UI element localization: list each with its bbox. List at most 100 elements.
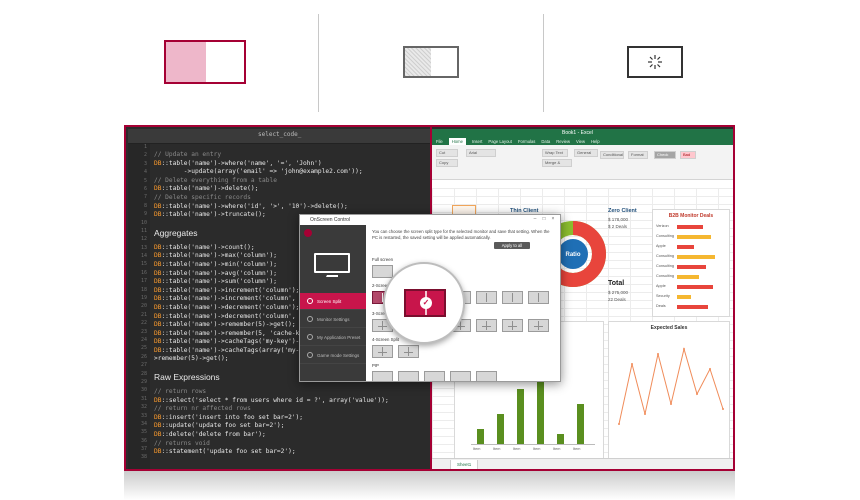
x-axis bbox=[471, 444, 595, 445]
line-number: 36 bbox=[140, 437, 147, 444]
maximize-icon[interactable]: □ bbox=[541, 217, 547, 222]
code-line: DB::table('name')->delete(); bbox=[154, 185, 259, 193]
ribbon-item-arial[interactable]: Arial bbox=[466, 149, 496, 157]
sales-point bbox=[696, 393, 698, 395]
code-line: // Delete everything from a table bbox=[154, 176, 277, 184]
ribbon-item-check-cell[interactable]: Check Cell bbox=[654, 151, 676, 159]
picture-in-picture-icon bbox=[405, 48, 431, 76]
apply-to-all-button[interactable]: Apply to all bbox=[494, 242, 530, 249]
ribbon-tab-review[interactable]: Review bbox=[556, 138, 570, 145]
line-number: 8 bbox=[143, 202, 147, 209]
sales-point bbox=[722, 408, 724, 410]
line-number: 7 bbox=[143, 194, 147, 201]
sales-line bbox=[618, 347, 724, 425]
picture-in-picture-mode-button[interactable] bbox=[403, 46, 459, 78]
ribbon-item-bad[interactable]: Bad bbox=[680, 151, 696, 159]
nav-item-monitor-settings[interactable]: Monitor Settings bbox=[300, 311, 366, 328]
ribbon-tab-formulas[interactable]: Formulas bbox=[518, 138, 535, 145]
split-screen-mode-button[interactable] bbox=[164, 40, 246, 84]
line-number: 37 bbox=[140, 446, 147, 453]
layout-option-tile[interactable] bbox=[476, 291, 497, 304]
ribbon-tab-home[interactable]: Home bbox=[448, 138, 466, 145]
b2b-row-label: Consulting bbox=[656, 264, 674, 268]
divider bbox=[543, 14, 544, 112]
b2b-row-label: Apple bbox=[656, 244, 666, 248]
line-number-gutter: 1 2 3 4 5 6 7 8 9 10 11 12 13 14 15 16 17 18 19 20 21 22 23 24 2… bbox=[128, 144, 150, 469]
b2b-bar bbox=[677, 295, 692, 299]
ribbon-tab-help[interactable]: Help bbox=[591, 138, 600, 145]
ribbon-item-format-as-table[interactable]: Format as Table bbox=[628, 151, 648, 159]
ribbon-item-copy[interactable]: Copy bbox=[436, 159, 458, 167]
ribbon-tab-page-layout[interactable]: Page Layout bbox=[488, 138, 512, 145]
code-line: DB::delete('delete from bar'); bbox=[154, 431, 266, 439]
code-line: ->update(array('email' => 'john@example2… bbox=[154, 168, 363, 176]
line-number: 5 bbox=[143, 177, 147, 184]
ribbon-item-conditional-formatting[interactable]: Conditional Formatting bbox=[600, 151, 624, 159]
info-text: You can choose the screen split type for… bbox=[372, 229, 550, 240]
b2b-row-label: Consulting bbox=[656, 254, 674, 258]
layout-option-tile[interactable] bbox=[372, 345, 393, 358]
dialog-sidebar: Screen Split Monitor Settings My Applicati… bbox=[300, 225, 366, 381]
b2b-bar bbox=[677, 265, 706, 269]
layout-option-tile[interactable] bbox=[450, 371, 471, 381]
layout-option-tile[interactable] bbox=[424, 371, 445, 381]
sales-point bbox=[618, 423, 620, 425]
ribbon-item-merge-center[interactable]: Merge & Center bbox=[542, 159, 572, 167]
b2b-row-label: Consulting bbox=[656, 274, 674, 278]
code-line: DB::table('name')->where('name', '=', 'J… bbox=[154, 159, 322, 167]
ribbon-item-cut[interactable]: Cut bbox=[436, 149, 458, 157]
code-line: // Update an entry bbox=[154, 151, 222, 158]
b2b-row-label: Verizon bbox=[656, 224, 669, 228]
ratio-label: Ratio bbox=[566, 252, 581, 258]
ribbon-item-general[interactable]: General bbox=[574, 149, 598, 157]
layout-option-tile[interactable] bbox=[528, 291, 549, 304]
zero-client-label: Zero Client bbox=[608, 208, 637, 214]
ribbon-tab-insert[interactable]: Insert bbox=[472, 138, 482, 145]
b2b-bar bbox=[677, 285, 713, 289]
column-bar bbox=[557, 434, 564, 444]
b2b-bar bbox=[677, 275, 699, 279]
layout-option-tile[interactable] bbox=[398, 371, 419, 381]
layout-option-tile[interactable] bbox=[502, 319, 523, 332]
ribbon-tab-view[interactable]: View bbox=[576, 138, 585, 145]
brightness-mode-button[interactable] bbox=[627, 46, 683, 78]
layout-option-tile[interactable] bbox=[398, 345, 419, 358]
line-number: 2 bbox=[143, 152, 147, 159]
layout-option-tile[interactable] bbox=[476, 371, 497, 381]
code-line: // returns void bbox=[154, 439, 210, 447]
layout-option-tile[interactable] bbox=[528, 319, 549, 332]
layout-option-tile[interactable] bbox=[372, 371, 393, 381]
close-icon[interactable]: × bbox=[550, 217, 556, 222]
minimize-icon[interactable]: – bbox=[532, 217, 538, 222]
nav-item-my-application-preset[interactable]: My Application Preset bbox=[300, 329, 366, 346]
b2b-bar bbox=[677, 305, 709, 309]
line-number: 30 bbox=[140, 387, 147, 394]
code-line: // return nr affected rows bbox=[154, 405, 251, 413]
line-number: 26 bbox=[140, 353, 147, 360]
b2b-chart-title: B2B Monitor Deals bbox=[668, 213, 714, 219]
line-number: 28 bbox=[140, 370, 147, 377]
layout-option-tile[interactable] bbox=[372, 265, 393, 278]
b2b-row-label: Security bbox=[656, 294, 670, 298]
ribbon-toolbar: Cut Copy Arial Wrap Text GeneralMerge & Cent… bbox=[432, 145, 733, 180]
line-number: 21 bbox=[140, 311, 147, 318]
checkmark-icon: ✓ bbox=[420, 297, 432, 309]
ribbon-tab-data[interactable]: Data bbox=[541, 138, 550, 145]
layout-option-tile[interactable] bbox=[476, 319, 497, 332]
game-icon bbox=[307, 352, 313, 358]
ribbon-tab-file[interactable]: File bbox=[436, 138, 443, 145]
nav-item-game-mode-settings[interactable]: Game mode Settings bbox=[300, 347, 366, 364]
sheet-tab[interactable]: Sheet1 bbox=[450, 460, 479, 469]
layout-option-tile[interactable] bbox=[502, 291, 523, 304]
line-number: 31 bbox=[140, 395, 147, 402]
editor-tab[interactable]: select_code_ bbox=[128, 129, 432, 144]
nav-item-screen-split[interactable]: Screen Split bbox=[300, 293, 366, 310]
line-number: 3 bbox=[143, 160, 147, 167]
line-number: 10 bbox=[140, 219, 147, 226]
column-bar bbox=[477, 429, 484, 444]
column-category-label: Item bbox=[473, 447, 481, 451]
ribbon-item-wrap-text[interactable]: Wrap Text bbox=[542, 149, 568, 157]
expected-sales-chart: Expected Sales bbox=[608, 321, 730, 461]
line-number: 9 bbox=[143, 211, 147, 218]
line-number: 24 bbox=[140, 336, 147, 343]
